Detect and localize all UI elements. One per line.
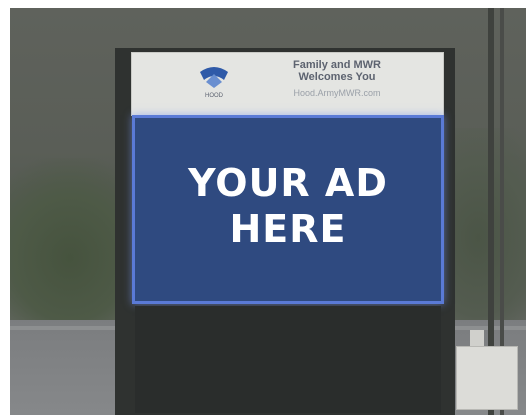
ad-line1: YOUR AD bbox=[188, 161, 388, 205]
utility-box-cap bbox=[470, 330, 484, 346]
ad-text: YOUR AD HERE bbox=[135, 160, 441, 252]
header-title-line2: Welcomes You bbox=[298, 71, 376, 83]
mwr-logo-icon: HOOD bbox=[200, 67, 228, 99]
utility-box bbox=[456, 346, 518, 410]
ad-line2: HERE bbox=[229, 207, 347, 251]
ad-screen: YOUR AD HERE bbox=[135, 118, 441, 301]
logo-label: HOOD bbox=[205, 93, 224, 99]
header-title-line1: Family and MWR bbox=[292, 59, 381, 71]
sign-header-panel: HOOD Family and MWR Welcomes You Hood.Ar… bbox=[131, 52, 444, 116]
sign-lower-panel bbox=[135, 306, 441, 413]
photo-scene: HOOD Family and MWR Welcomes You Hood.Ar… bbox=[10, 8, 526, 415]
sign-header-url: Hood.ArmyMWR.com bbox=[293, 88, 381, 98]
sign-header-title: Family and MWR Welcomes You bbox=[242, 59, 432, 83]
